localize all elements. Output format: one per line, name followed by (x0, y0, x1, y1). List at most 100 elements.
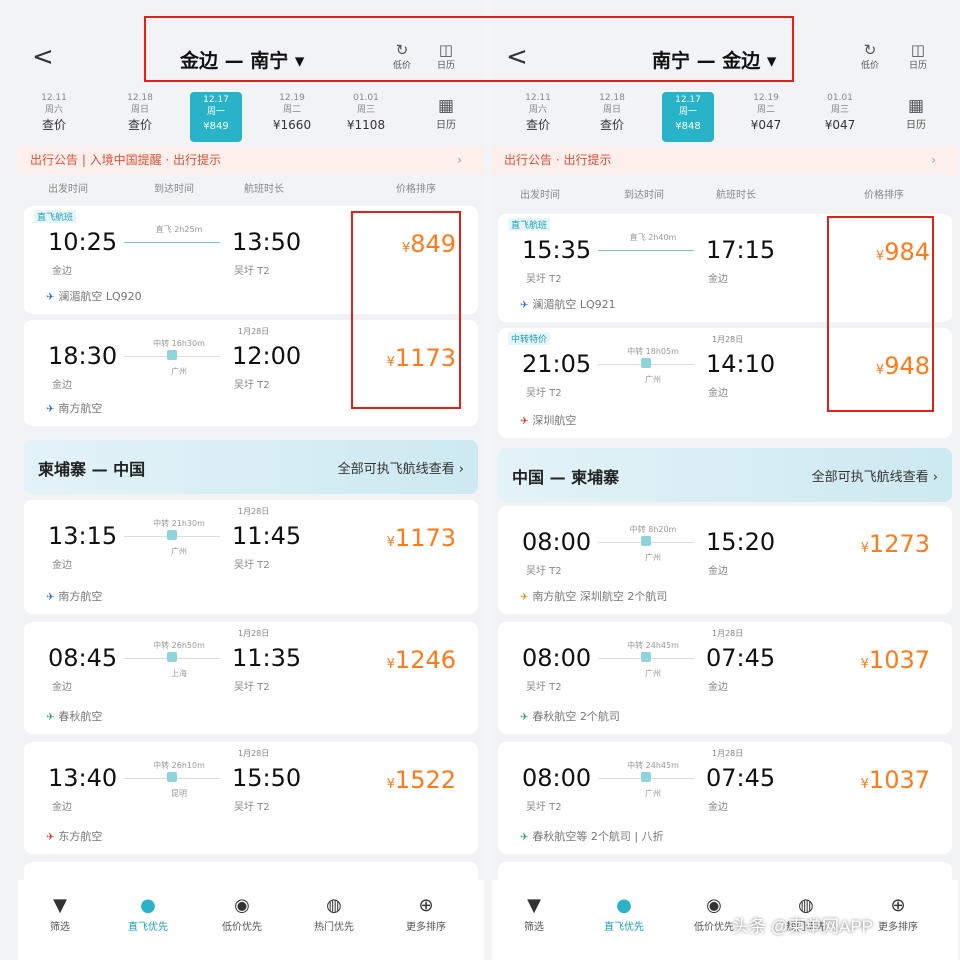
nav-filter[interactable]: ▼ 筛选 (30, 894, 90, 933)
route-highlight-box (144, 16, 794, 82)
nav-more-sort[interactable]: ⊕ 更多排序 (868, 894, 928, 933)
back-arrow-icon[interactable]: < (32, 42, 54, 72)
arrival-time: 13:50 (232, 228, 302, 256)
airline-logo-icon: ✈ (520, 832, 529, 843)
arrival-time: 11:35 (232, 644, 302, 672)
route-section-header[interactable]: 柬埔寨 — 中国 全部可执飞航线查看 › (24, 440, 478, 494)
price: ¥1246 (386, 646, 456, 674)
sort-departure[interactable]: 出发时间 (48, 180, 88, 195)
airline-info: ✈ 东方航空 (46, 830, 103, 843)
departure-airport: 吴圩 T2 (526, 802, 562, 813)
flight-card[interactable]: 08:45 金边 中转 26h50m 上海 1月28日 11:35 吴圩 T2 … (24, 622, 478, 734)
flight-duration: 中转 8h20m (629, 525, 677, 534)
refresh-icon: ↻ (863, 41, 877, 59)
calendar-top-button[interactable]: ◫ 日历 (900, 42, 936, 71)
stopover-icon (167, 772, 177, 782)
stopover-city: 广州 (645, 669, 661, 678)
airline-info: ✈ 深圳航空 (520, 414, 577, 427)
arrival-time: 07:45 (706, 644, 776, 672)
date-tab-selected[interactable]: 12.17 周一 ¥849 (190, 92, 242, 142)
stopover-icon (167, 652, 177, 662)
watermark: 头条 @柬单网APP (732, 917, 873, 936)
notice-text: 出行公告 · 出行提示 (504, 153, 612, 167)
departure-airport: 吴圩 T2 (526, 566, 562, 577)
nav-filter[interactable]: ▼ 筛选 (504, 894, 564, 933)
calendar-button[interactable]: ▦ 日历 (426, 96, 466, 131)
airline-logo-icon: ✈ (520, 592, 529, 603)
date-tab[interactable]: 12.18 周日 查价 (582, 92, 642, 134)
travel-notice-bar[interactable]: 出行公告 | 入境中国提醒 · 出行提示 › (18, 146, 484, 174)
route-line (124, 242, 220, 243)
arrival-time: 11:45 (232, 522, 302, 550)
travel-notice-bar[interactable]: 出行公告 · 出行提示 › (492, 146, 958, 174)
calendar-button[interactable]: ▦ 日历 (896, 96, 936, 131)
airline-logo-icon: ✈ (520, 300, 529, 311)
date-tab[interactable]: 12.11 周六 查价 (24, 92, 84, 134)
airline-logo-icon: ✈ (46, 292, 55, 303)
view-all-routes-link[interactable]: 全部可执飞航线查看 › (338, 458, 464, 477)
calendar-icon: ▦ (437, 96, 455, 116)
price-highlight-box-left (351, 211, 461, 409)
arrival-airport: 金边 (708, 566, 728, 577)
flight-duration: 中转 18h05m (627, 347, 679, 356)
date-tab[interactable]: 12.19 周二 ¥047 (736, 92, 796, 134)
flight-card[interactable]: 08:00 吴圩 T2 中转 8h20m 广州 15:20 金边 ¥1273 ✈… (498, 506, 952, 614)
nav-direct-first[interactable]: ● 直飞优先 (594, 894, 654, 933)
departure-airport: 金边 (52, 682, 72, 693)
airline-logo-icon: ✈ (46, 592, 55, 603)
arrival-date-note: 1月28日 (238, 749, 270, 758)
sort-arrival[interactable]: 到达时间 (154, 180, 194, 195)
arrival-date-note: 1月28日 (712, 335, 744, 344)
flight-card[interactable]: 13:15 金边 中转 21h30m 广州 1月28日 11:45 吴圩 T2 … (24, 500, 478, 614)
arrival-airport: 吴圩 T2 (234, 380, 270, 391)
low-price-button[interactable]: ↻ 低价 (852, 42, 888, 71)
nav-low-price-first[interactable]: ◉ 低价优先 (212, 894, 272, 933)
flight-card[interactable]: 08:00 吴圩 T2 中转 24h45m 广州 1月28日 07:45 金边 … (498, 622, 952, 734)
airline-logo-icon: ✈ (520, 712, 529, 723)
airline-info: ✈ 南方航空 (46, 590, 103, 603)
flight-card[interactable]: 08:00 吴圩 T2 中转 24h45m 广州 1月28日 07:45 金边 … (498, 742, 952, 854)
date-tab-selected[interactable]: 12.17 周一 ¥848 (662, 92, 714, 142)
date-tab[interactable]: 01.01 周三 ¥047 (810, 92, 870, 134)
departure-airport: 金边 (52, 802, 72, 813)
date-selector: 12.11 周六 查价 12.18 周日 查价 12.17 周一 ¥849 12.19 周二 ¥… (18, 92, 484, 144)
route-section-header[interactable]: 中国 — 柬埔寨 全部可执飞航线查看 › (498, 448, 952, 502)
sort-header: 出发时间 到达时间 航班时长 价格排序 (492, 186, 958, 206)
stopover-city: 昆明 (171, 789, 187, 798)
direct-tag: 直飞航班 (34, 210, 77, 223)
date-tab[interactable]: 12.11 周六 查价 (508, 92, 568, 134)
nav-more-sort[interactable]: ⊕ 更多排序 (396, 894, 456, 933)
flight-card[interactable]: 13:40 金边 中转 26h10m 昆明 1月28日 15:50 吴圩 T2 … (24, 742, 478, 854)
yen-icon: ◉ (234, 895, 250, 916)
stopover-icon (641, 536, 651, 546)
departure-time: 15:35 (522, 236, 592, 264)
view-all-routes-link[interactable]: 全部可执飞航线查看 › (812, 466, 938, 485)
arrival-airport: 吴圩 T2 (234, 802, 270, 813)
arrival-date-note: 1月28日 (238, 629, 270, 638)
airline-info: ✈ 春秋航空 2个航司 (520, 710, 620, 723)
chevron-right-icon: › (931, 153, 936, 167)
date-selector: 12.11 周六 查价 12.18 周日 查价 12.17 周一 ¥848 12.19 周二 ¥… (492, 92, 958, 144)
sort-duration[interactable]: 航班时长 (244, 180, 284, 195)
sort-price[interactable]: 价格排序 (864, 186, 904, 201)
departure-time: 08:00 (522, 528, 592, 556)
sort-arrival[interactable]: 到达时间 (624, 186, 664, 201)
date-tab[interactable]: 01.01 周三 ¥1108 (336, 92, 396, 134)
nav-popular-first[interactable]: ◍ 热门优先 (304, 894, 364, 933)
notice-text: 出行公告 | 入境中国提醒 · 出行提示 (30, 153, 222, 167)
plane-icon: ● (616, 895, 632, 916)
sort-departure[interactable]: 出发时间 (520, 186, 560, 201)
section-route: 中国 — 柬埔寨 (512, 468, 620, 487)
calendar-label: 日历 (908, 61, 927, 71)
date-tab[interactable]: 12.18 周日 查价 (110, 92, 170, 134)
sort-duration[interactable]: 航班时长 (716, 186, 756, 201)
nav-direct-first[interactable]: ● 直飞优先 (118, 894, 178, 933)
stopover-city: 上海 (171, 669, 187, 678)
departure-airport: 金边 (52, 380, 72, 391)
stopover-icon (641, 652, 651, 662)
arrival-airport: 吴圩 T2 (234, 682, 270, 693)
date-tab[interactable]: 12.19 周二 ¥1660 (262, 92, 322, 134)
arrival-airport: 金边 (708, 274, 728, 285)
sort-header: 出发时间 到达时间 航班时长 价格排序 (18, 180, 484, 200)
sort-price[interactable]: 价格排序 (396, 180, 436, 195)
